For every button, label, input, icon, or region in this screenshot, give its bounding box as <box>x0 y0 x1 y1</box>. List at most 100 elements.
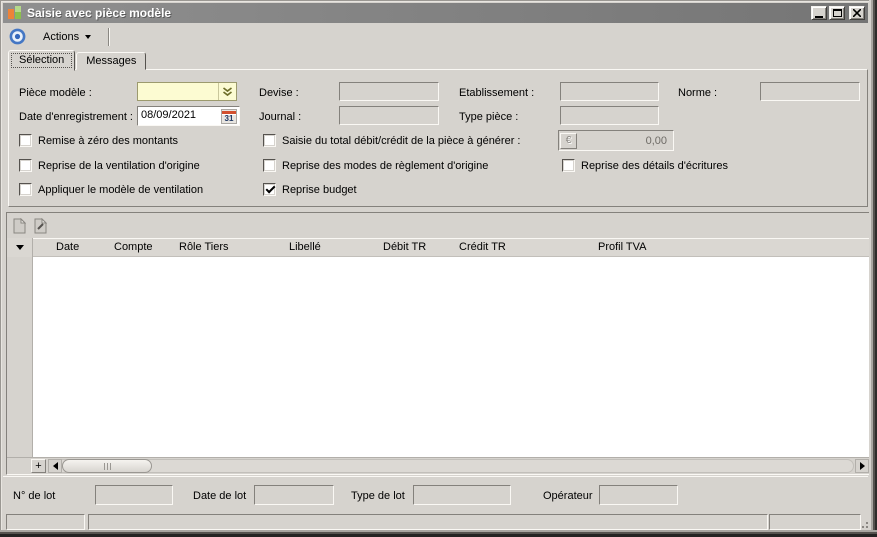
lot-panel: N° de lot Date de lot Type de lot Opérat… <box>3 477 868 511</box>
main-toolbar: Actions <box>3 25 868 48</box>
journal-field <box>339 106 439 125</box>
etablissement-label: Etablissement : <box>459 87 534 99</box>
column-header-credit-tr[interactable]: Crédit TR <box>459 241 506 253</box>
grid-horizontal-scrollbar: + <box>7 457 870 474</box>
scrollbar-track[interactable] <box>48 459 854 473</box>
date-enregistrement-value: 08/09/2021 <box>141 109 196 121</box>
grip-icon <box>107 463 108 470</box>
currency-button: € <box>560 133 577 149</box>
actions-menu-label: Actions <box>43 31 79 43</box>
window-right-edge <box>869 0 877 537</box>
checkbox-box <box>263 159 276 172</box>
grid-selector-header[interactable] <box>7 238 33 257</box>
document-edit-icon <box>34 218 47 234</box>
calendar-icon: 31 <box>222 111 236 123</box>
etablissement-field <box>560 82 659 101</box>
scroll-right-button[interactable] <box>855 459 869 473</box>
date-enregistrement-input[interactable]: 08/09/2021 31 <box>137 106 240 126</box>
tab-strip: Sélection Messages <box>8 49 147 70</box>
piece-modele-combobox[interactable] <box>137 82 237 101</box>
grid-toolbar <box>7 213 870 238</box>
title-bar: Saisie avec pièce modèle <box>3 3 868 23</box>
grid-document-edit-button[interactable] <box>31 216 49 235</box>
lot-type-label: Type de lot <box>351 490 405 502</box>
scrollbar-thumb[interactable] <box>62 459 152 473</box>
maximize-button[interactable] <box>829 6 845 20</box>
status-section-3 <box>769 514 861 530</box>
toolbar-separator <box>108 28 110 46</box>
entries-grid: Date Compte Rôle Tiers Libellé Débit TR … <box>6 212 871 475</box>
checkbox-reprise-budget[interactable]: Reprise budget <box>263 183 357 196</box>
arrow-right-icon <box>860 462 865 470</box>
grid-document-button[interactable] <box>10 216 28 235</box>
column-header-profil-tva[interactable]: Profil TVA <box>598 241 647 253</box>
column-header-debit-tr[interactable]: Débit TR <box>383 241 426 253</box>
checkbox-appliquer-modele[interactable]: Appliquer le modèle de ventilation <box>19 183 203 196</box>
checkbox-box <box>19 183 32 196</box>
checkbox-reprise-ventilation[interactable]: Reprise de la ventilation d'origine <box>19 159 200 172</box>
checkbox-reprise-ventilation-label: Reprise de la ventilation d'origine <box>38 160 200 172</box>
lot-date-field <box>254 485 334 505</box>
piece-modele-dropdown-button[interactable] <box>218 83 236 100</box>
checkbox-saisie-total[interactable]: Saisie du total débit/crédit de la pièce… <box>263 134 520 147</box>
window-controls <box>809 6 865 20</box>
column-header-date[interactable]: Date <box>56 241 79 253</box>
lot-date-label: Date de lot <box>193 490 246 502</box>
double-chevron-down-icon <box>222 87 233 97</box>
tab-selection[interactable]: Sélection <box>8 50 75 71</box>
checkbox-box <box>263 183 276 196</box>
column-header-libelle[interactable]: Libellé <box>289 241 321 253</box>
actions-target-icon <box>9 28 26 45</box>
amount-value: 0,00 <box>646 135 672 147</box>
minimize-icon <box>815 16 823 18</box>
type-piece-label: Type pièce : <box>459 111 518 123</box>
checkbox-saisie-total-label: Saisie du total débit/crédit de la pièce… <box>282 135 520 147</box>
add-row-button[interactable]: + <box>31 459 46 473</box>
lot-numero-label: N° de lot <box>13 490 55 502</box>
checkbox-remise-zero[interactable]: Remise à zéro des montants <box>19 134 178 147</box>
actions-menu-button[interactable]: Actions <box>33 27 101 47</box>
operateur-label: Opérateur <box>543 490 593 502</box>
checkbox-reprise-details-label: Reprise des détails d'écritures <box>581 160 728 172</box>
lot-numero-field <box>95 485 173 505</box>
tab-selection-label: Sélection <box>19 54 64 66</box>
tab-messages-label: Messages <box>86 55 136 67</box>
checkbox-appliquer-modele-label: Appliquer le modèle de ventilation <box>38 184 203 196</box>
close-button[interactable] <box>849 6 865 20</box>
minimize-button[interactable] <box>811 6 827 20</box>
checkbox-reprise-budget-label: Reprise budget <box>282 184 357 196</box>
checkbox-remise-zero-label: Remise à zéro des montants <box>38 135 178 147</box>
calendar-picker-button[interactable]: 31 <box>221 109 237 124</box>
column-header-compte[interactable]: Compte <box>114 241 153 253</box>
norme-label: Norme : <box>678 87 717 99</box>
checkbox-box <box>263 134 276 147</box>
status-section-2 <box>88 514 768 530</box>
checkbox-reprise-modes[interactable]: Reprise des modes de règlement d'origine <box>263 159 488 172</box>
checkbox-box <box>562 159 575 172</box>
selection-panel: Pièce modèle : Devise : Etablissement : … <box>8 69 868 207</box>
scroll-left-button[interactable] <box>48 459 62 473</box>
document-icon <box>13 218 26 234</box>
resize-grip[interactable] <box>862 518 864 520</box>
tab-messages[interactable]: Messages <box>76 52 146 70</box>
devise-label: Devise : <box>259 87 299 99</box>
application-icon <box>8 6 22 20</box>
type-piece-field <box>560 106 659 125</box>
checkbox-reprise-modes-label: Reprise des modes de règlement d'origine <box>282 160 488 172</box>
euro-icon: € <box>566 135 572 146</box>
lot-type-field <box>413 485 511 505</box>
journal-label: Journal : <box>259 111 301 123</box>
column-header-role-tiers[interactable]: Rôle Tiers <box>179 241 229 253</box>
maximize-icon <box>833 9 842 17</box>
row-selector-icon <box>16 245 24 250</box>
grid-row-selector-column <box>7 257 33 457</box>
status-section-1 <box>6 514 85 530</box>
checkbox-box <box>19 134 32 147</box>
norme-field <box>760 82 860 101</box>
checkbox-reprise-details[interactable]: Reprise des détails d'écritures <box>562 159 728 172</box>
checkbox-box <box>19 159 32 172</box>
amount-field: € 0,00 <box>558 130 674 151</box>
devise-field <box>339 82 439 101</box>
application-window: Saisie avec pièce modèle Actions <box>0 0 877 537</box>
close-icon <box>853 9 861 17</box>
